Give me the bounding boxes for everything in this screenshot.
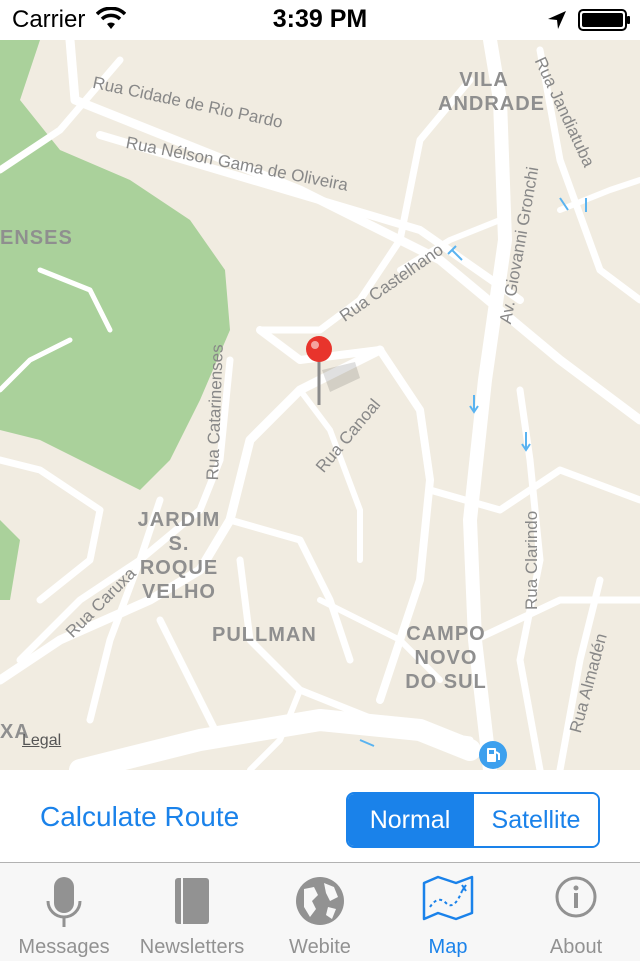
street-label: Rua Clarindo <box>522 510 541 610</box>
district-label: VILA ANDRADE <box>438 69 545 115</box>
tab-about[interactable]: About <box>512 863 640 961</box>
location-pin-icon[interactable] <box>304 335 334 410</box>
globe-icon <box>294 875 346 932</box>
book-icon <box>172 875 212 932</box>
map-controls: Calculate Route Normal Satellite <box>0 770 640 862</box>
info-icon <box>554 875 598 924</box>
tab-label: Newsletters <box>139 936 245 958</box>
segment-normal[interactable]: Normal <box>348 794 472 846</box>
district-label: PULLMAN <box>212 624 317 646</box>
tab-label: About <box>549 936 603 958</box>
tab-bar: Messages Newsletters Webite Map About <box>0 862 640 961</box>
tab-label: Webite <box>289 936 351 958</box>
tab-label: Map <box>428 936 468 958</box>
battery-icon <box>578 9 632 36</box>
status-time: 3:39 PM <box>272 5 368 33</box>
tab-webite[interactable]: Webite <box>256 863 384 961</box>
tab-label: Messages <box>18 936 110 958</box>
segment-satellite[interactable]: Satellite <box>472 794 598 846</box>
district-label: ENSES <box>0 227 73 249</box>
calculate-route-button[interactable]: Calculate Route <box>40 801 239 833</box>
map-type-segmented-control: Normal Satellite <box>346 792 600 848</box>
microphone-icon <box>44 875 84 936</box>
map-icon <box>422 875 474 926</box>
tab-map[interactable]: Map <box>384 863 512 961</box>
tab-messages[interactable]: Messages <box>0 863 128 961</box>
tab-newsletters[interactable]: Newsletters <box>128 863 256 961</box>
map-view[interactable]: Rua Cidade de Rio Pardo Rua Nélson Gama … <box>0 40 640 770</box>
district-label: CAMPO NOVO DO SUL <box>405 623 487 693</box>
location-arrow-icon <box>546 9 568 36</box>
district-label: JARDIM S. ROQUE VELHO <box>137 509 221 603</box>
status-bar: Carrier 3:39 PM <box>0 0 640 40</box>
legal-link[interactable]: Legal <box>22 732 61 750</box>
